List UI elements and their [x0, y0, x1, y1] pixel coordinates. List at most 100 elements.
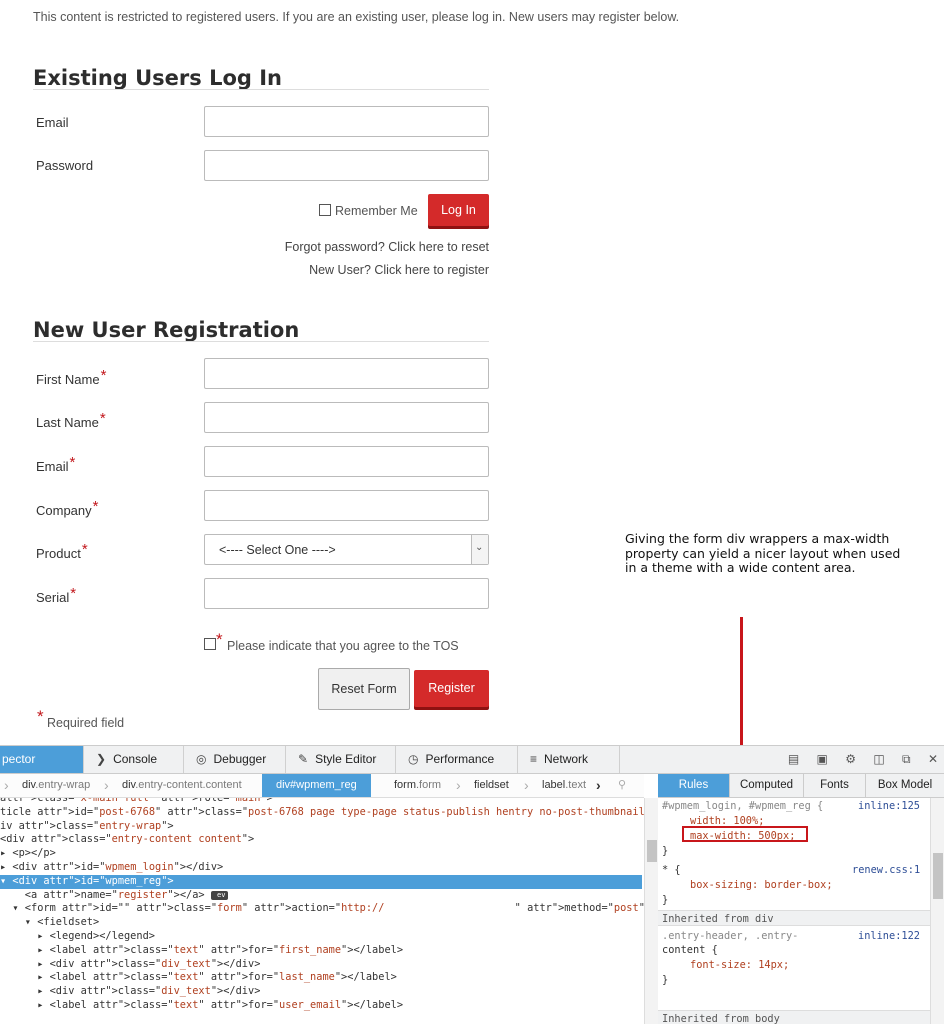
rule-source-link[interactable]: inline:125 [858, 800, 920, 813]
serial-input[interactable] [204, 578, 489, 609]
dom-node[interactable]: iv attr">class="entry-wrap"> [0, 820, 642, 834]
serial-label: Serial* [36, 585, 77, 605]
dom-node[interactable]: ▸ <div attr">class="div_text"></div> [0, 958, 642, 972]
rule-selector: content { [662, 944, 718, 956]
rule-close: } [662, 845, 669, 857]
login-password-input[interactable] [204, 150, 489, 181]
debugger-icon: ◎ [196, 752, 207, 766]
last-name-input[interactable] [204, 402, 489, 433]
dom-node[interactable]: ▾ <fieldset> [0, 916, 642, 930]
console-icon: ❯ [96, 752, 107, 766]
login-heading-rule [33, 89, 489, 90]
settings-gear-icon[interactable]: ⚙ [845, 752, 856, 766]
rule-close: } [662, 974, 669, 986]
breadcrumb-item[interactable]: div.entry-wrap [22, 774, 90, 797]
first-name-label: First Name* [36, 367, 107, 387]
dom-node[interactable]: ▸ <div attr">class="div_text"></div> [0, 985, 642, 999]
devtools-toolbar: pector ❯ Console ◎ Debugger ✎ Style Editor … [0, 745, 944, 774]
dom-node[interactable]: ▸ <label attr">class="text" attr">for="f… [0, 944, 642, 958]
tab-console[interactable]: ❯ Console [84, 746, 184, 773]
rules-panel-tabs: Rules Computed Fonts Box Model [658, 774, 944, 798]
rule-property[interactable]: font-size: 14px; [690, 959, 789, 972]
network-icon: ≡ [530, 752, 538, 766]
product-select-value: <---- Select One ----> [219, 543, 336, 557]
tab-debugger[interactable]: ◎ Debugger [184, 746, 286, 773]
register-link[interactable]: New User? Click here to register [309, 263, 489, 277]
login-email-input[interactable] [204, 106, 489, 137]
style-editor-icon: ✎ [298, 752, 309, 766]
scrollbar-thumb[interactable] [647, 840, 657, 862]
remember-me-checkbox[interactable] [319, 204, 331, 216]
reset-form-button[interactable]: Reset Form [318, 668, 410, 710]
breadcrumb-next-icon[interactable]: › [596, 774, 601, 797]
dom-node[interactable]: ▸ <label attr">class="text" attr">for="u… [0, 999, 642, 1013]
inherited-section-header: Inherited from body [658, 1010, 930, 1024]
tab-box-model[interactable]: Box Model [866, 774, 944, 797]
breadcrumb-separator-icon: › [104, 777, 109, 793]
annotation-arrow [740, 617, 743, 765]
login-button[interactable]: Log In [428, 194, 489, 226]
inherited-section-header: Inherited from div [658, 910, 930, 926]
dom-node[interactable]: ▸ <label attr">class="text" attr">for="l… [0, 971, 642, 985]
breadcrumb-item-active[interactable]: div#wpmem_reg [262, 774, 371, 797]
tab-performance[interactable]: ◷ Performance [396, 746, 518, 773]
devtools-window-controls: ▤ ▣ ⚙ ◫ ⧉ ✕ [774, 746, 938, 773]
tab-inspector[interactable]: pector [0, 746, 84, 773]
breadcrumb-item[interactable]: fieldset [474, 774, 509, 797]
last-name-label: Last Name* [36, 410, 106, 430]
breadcrumb-item[interactable]: label.text [542, 774, 586, 797]
reg-email-input[interactable] [204, 446, 489, 477]
breadcrumb-separator-icon: › [524, 777, 529, 793]
rules-scrollbar[interactable] [930, 798, 944, 1024]
dom-node[interactable]: ▸ <div attr">id="wpmem_login"></div> [0, 861, 642, 875]
register-button[interactable]: Register [414, 670, 489, 707]
select-dropdown-button[interactable]: ⌄ [471, 535, 488, 564]
dom-node[interactable]: ▾ <form attr">id="" attr">class="form" a… [0, 902, 644, 916]
rule-source-link[interactable]: renew.css:1 [852, 864, 920, 877]
rule-selector: #wpmem_login, #wpmem_reg { [662, 800, 824, 812]
breadcrumb-separator-icon: › [4, 777, 9, 793]
dock-side-icon[interactable]: ◫ [873, 752, 884, 766]
dom-node[interactable]: <div attr">class="entry-content content"… [0, 833, 642, 847]
tab-fonts[interactable]: Fonts [804, 774, 866, 797]
dom-tree-scrollbar[interactable] [644, 798, 658, 1024]
tos-checkbox[interactable] [204, 638, 216, 650]
login-password-label: Password [36, 158, 94, 173]
tab-network[interactable]: ≡ Network [518, 746, 620, 773]
tab-style-editor[interactable]: ✎ Style Editor [286, 746, 396, 773]
search-icon[interactable]: ⚲ [618, 774, 626, 797]
login-email-label: Email [36, 115, 69, 130]
dom-node[interactable]: <a attr">name="register"></a> ev [0, 889, 642, 903]
product-select[interactable]: <---- Select One ----> ⌄ [204, 534, 489, 565]
breadcrumb-item[interactable]: form.form [394, 774, 441, 797]
forgot-password-link[interactable]: Forgot password? Click here to reset [285, 240, 489, 254]
separate-window-icon[interactable]: ⧉ [902, 752, 911, 766]
product-label: Product* [36, 541, 88, 561]
close-icon[interactable]: ✕ [928, 752, 938, 766]
dom-node[interactable]: attr">class="x-main full" attr">role="ma… [0, 798, 642, 806]
dom-node[interactable]: ticle attr">id="post-6768" attr">class="… [0, 806, 644, 820]
chevron-down-icon: ⌄ [475, 542, 484, 553]
rule-selector: * { [662, 864, 681, 876]
dom-node[interactable]: ▸ <p></p> [0, 847, 642, 861]
event-badge[interactable]: ev [210, 890, 228, 900]
tos-required-mark: * [216, 630, 223, 649]
dom-node[interactable]: ▸ <legend></legend> [0, 930, 642, 944]
rule-property[interactable]: box-sizing: border-box; [690, 879, 833, 892]
company-input[interactable] [204, 490, 489, 521]
breadcrumb-separator-icon: › [456, 777, 461, 793]
remember-me-label: Remember Me [335, 204, 418, 218]
scrollbar-thumb[interactable] [933, 853, 943, 899]
responsive-mode-icon[interactable]: ▣ [817, 752, 828, 766]
tab-computed[interactable]: Computed [730, 774, 804, 797]
dom-node-selected[interactable]: ▾ <div attr">id="wpmem_reg"> [0, 874, 642, 889]
split-console-icon[interactable]: ▤ [788, 752, 799, 766]
tab-rules[interactable]: Rules [658, 774, 730, 797]
breadcrumb-item[interactable]: div.entry-content.content [122, 774, 242, 797]
max-width-highlight [682, 826, 808, 842]
required-note-mark: * [37, 707, 44, 726]
reg-email-label: Email* [36, 454, 76, 474]
rule-source-link[interactable]: inline:122 [858, 930, 920, 943]
performance-icon: ◷ [408, 752, 419, 766]
first-name-input[interactable] [204, 358, 489, 389]
